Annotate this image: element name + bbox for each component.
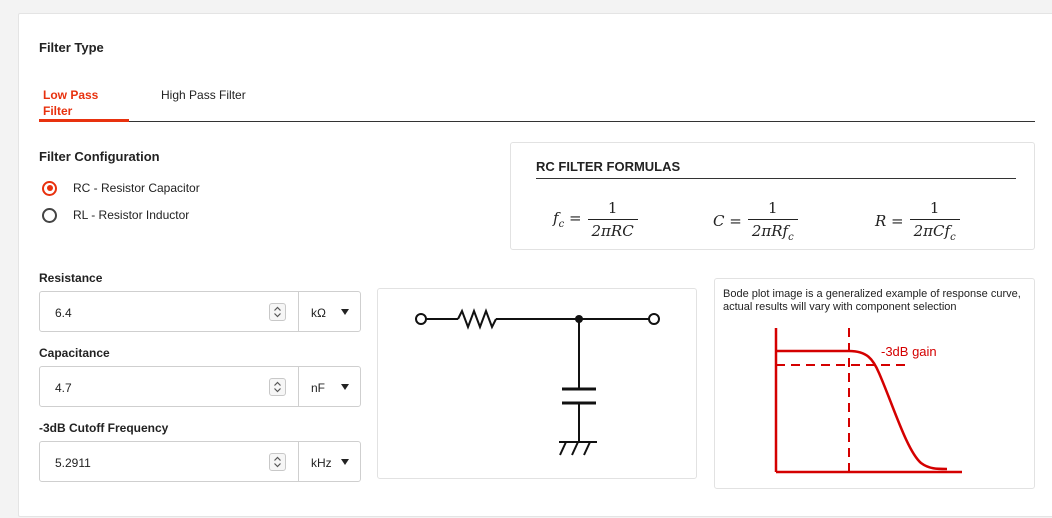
caret-down-icon[interactable] — [341, 459, 349, 465]
formula-r-lhs: R = — [875, 212, 904, 230]
filter-configuration-heading: Filter Configuration — [39, 149, 160, 164]
formula-c-fraction: 1 2πRfc — [747, 199, 798, 243]
radio-rl-unselected[interactable] — [42, 207, 57, 223]
formula-c-denominator: 2πRfc — [747, 219, 798, 243]
capacitance-field[interactable]: 4.7 nF — [39, 366, 361, 407]
formula-c-numerator: 1 — [767, 199, 778, 217]
formula-cutoff-frequency: fc = 1 2πRC — [553, 199, 638, 240]
rc-formulas-panel: RC FILTER FORMULAS fc = 1 2πRC C = 1 2πR… — [510, 142, 1035, 250]
formula-c-lhs: C = — [713, 212, 742, 230]
formula-fc-lhs: fc = — [553, 209, 582, 230]
resistance-stepper-icon[interactable] — [269, 303, 286, 321]
bode-plot-graphic: -3dB gain — [774, 328, 962, 474]
cutoff-frequency-field[interactable]: 5.2911 kHz — [39, 441, 361, 482]
cutoff-unit-select[interactable]: kHz — [311, 456, 332, 470]
formulas-title: RC FILTER FORMULAS — [536, 159, 681, 174]
formula-fc-numerator: 1 — [607, 199, 618, 217]
resistance-unit-select[interactable]: kΩ — [311, 306, 326, 320]
radio-rc-selected[interactable] — [42, 180, 57, 196]
capacitance-stepper-icon[interactable] — [269, 378, 286, 396]
formula-r-denominator: 2πCfc — [909, 219, 960, 243]
radio-option-rc[interactable]: RC - Resistor Capacitor — [42, 179, 200, 197]
tab-high-pass[interactable]: High Pass Filter — [161, 87, 246, 122]
cutoff-frequency-label: -3dB Cutoff Frequency — [39, 421, 169, 435]
caret-down-icon[interactable] — [341, 384, 349, 390]
radio-rc-label: RC - Resistor Capacitor — [73, 181, 200, 195]
bode-plot-panel: Bode plot image is a generalized example… — [714, 278, 1035, 489]
tab-low-pass[interactable]: Low Pass Filter — [39, 87, 129, 122]
resistance-label: Resistance — [39, 271, 103, 285]
input-terminal-icon — [415, 313, 427, 325]
cutoff-frequency-input[interactable]: 5.2911 — [55, 456, 91, 470]
formula-fc-fraction: 1 2πRC — [587, 199, 638, 240]
cutoff-stepper-icon[interactable] — [269, 453, 286, 471]
minus-3db-gain-label: -3dB gain — [881, 344, 937, 359]
capacitance-unit-select[interactable]: nF — [311, 381, 325, 395]
caret-down-icon[interactable] — [341, 309, 349, 315]
formula-resistance: R = 1 2πCfc — [875, 199, 960, 243]
capacitance-input[interactable]: 4.7 — [55, 381, 72, 395]
formula-r-fraction: 1 2πCfc — [909, 199, 960, 243]
rc-low-pass-schematic — [415, 308, 660, 456]
formula-fc-denominator: 2πRC — [587, 219, 638, 240]
response-curve — [776, 349, 948, 471]
resistance-unit-divider — [298, 292, 299, 331]
formulas-divider — [536, 178, 1016, 179]
resistance-input[interactable]: 6.4 — [55, 306, 72, 320]
radio-option-rl[interactable]: RL - Resistor Inductor — [42, 206, 189, 224]
filter-type-heading: Filter Type — [39, 40, 104, 55]
formula-r-numerator: 1 — [929, 199, 940, 217]
radio-rl-label: RL - Resistor Inductor — [73, 208, 190, 222]
rc-circuit-diagram — [377, 288, 697, 479]
resistor-icon — [457, 308, 497, 330]
output-terminal-icon — [648, 313, 660, 325]
capacitance-unit-divider — [298, 367, 299, 406]
cutoff-unit-divider — [298, 442, 299, 481]
resistance-field[interactable]: 6.4 kΩ — [39, 291, 361, 332]
capacitance-label: Capacitance — [39, 346, 110, 360]
filter-type-tabs: Low Pass Filter High Pass Filter — [39, 87, 1035, 122]
junction-node-icon — [575, 315, 583, 323]
formula-capacitance: C = 1 2πRfc — [713, 199, 798, 243]
